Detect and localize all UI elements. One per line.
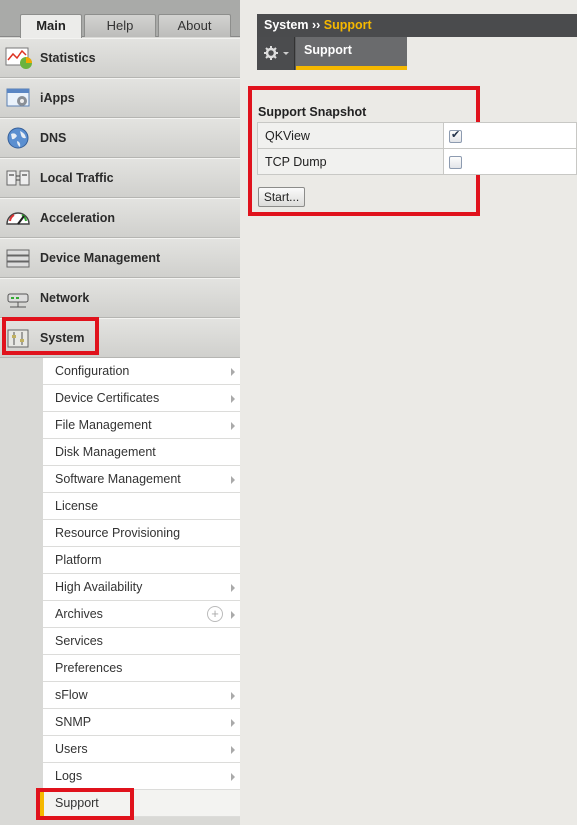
nav-item-statistics[interactable]: Statistics — [0, 38, 240, 78]
submenu-label: License — [55, 499, 99, 513]
nav-item-network[interactable]: Network — [0, 278, 240, 318]
submenu-item-configuration[interactable]: Configuration — [43, 358, 240, 385]
breadcrumb-section[interactable]: System — [264, 18, 308, 32]
submenu-item-resource-provisioning[interactable]: Resource Provisioning — [43, 520, 240, 547]
breadcrumb: System ›› Support — [257, 14, 577, 37]
system-submenu: Configuration Device Certificates File M… — [40, 358, 240, 817]
breadcrumb-current: Support — [323, 18, 372, 32]
local-traffic-icon — [6, 170, 30, 186]
chevron-right-icon — [231, 692, 235, 700]
tcp-dump-checkbox[interactable] — [449, 155, 462, 169]
submenu-label: SNMP — [55, 715, 92, 729]
nav-item-device-management[interactable]: Device Management — [0, 238, 240, 278]
chevron-right-icon — [231, 395, 235, 403]
submenu-label: Logs — [55, 769, 83, 783]
nav-label: Network — [40, 291, 90, 305]
submenu-label: sFlow — [55, 688, 88, 702]
table-row: TCP Dump — [257, 148, 577, 175]
nav-item-acceleration[interactable]: Acceleration — [0, 198, 240, 238]
chevron-right-icon — [231, 719, 235, 727]
statistics-icon — [5, 47, 32, 69]
chevron-right-icon — [231, 746, 235, 754]
submenu-label: Users — [55, 742, 88, 756]
submenu-item-archives[interactable]: Archives + — [43, 601, 240, 628]
submenu-item-preferences[interactable]: Preferences — [43, 655, 240, 682]
submenu-label: Configuration — [55, 364, 130, 378]
submenu-label: Archives — [55, 607, 103, 621]
submenu-label: Resource Provisioning — [55, 526, 181, 540]
submenu-label: Platform — [55, 553, 102, 567]
submenu-item-platform[interactable]: Platform — [43, 547, 240, 574]
nav-label: Acceleration — [40, 211, 116, 225]
nav-item-iapps[interactable]: iApps — [0, 78, 240, 118]
add-icon[interactable]: + — [207, 606, 223, 622]
nav-item-local-traffic[interactable]: Local Traffic — [0, 158, 240, 198]
submenu-item-support[interactable]: Support — [40, 790, 240, 817]
submenu-item-software-management[interactable]: Software Management — [43, 466, 240, 493]
tab-about[interactable]: About — [158, 14, 231, 37]
iapps-icon — [6, 88, 30, 107]
chevron-right-icon — [231, 773, 235, 781]
nav-label: Statistics — [40, 51, 96, 65]
submenu-label: Support — [55, 796, 99, 810]
submenu-item-sflow[interactable]: sFlow — [43, 682, 240, 709]
nav-item-system[interactable]: System — [0, 318, 240, 358]
nav-tabs: Main Help About — [0, 0, 240, 38]
chevron-right-icon — [231, 422, 235, 430]
submenu-item-device-certificates[interactable]: Device Certificates — [43, 385, 240, 412]
start-button[interactable]: Start... — [258, 187, 305, 207]
breadcrumb-separator: ›› — [311, 18, 321, 32]
submenu-label: Services — [55, 634, 103, 648]
nav-label: System — [40, 331, 85, 345]
row-value — [443, 148, 577, 175]
submenu-label: Device Certificates — [55, 391, 160, 405]
chevron-down-icon — [283, 52, 289, 55]
gear-menu[interactable] — [257, 37, 295, 70]
table-row: QKView — [257, 122, 577, 149]
nav-label: DNS — [40, 131, 67, 145]
submenu-item-disk-management[interactable]: Disk Management — [43, 439, 240, 466]
device-management-icon — [6, 249, 30, 268]
globe-icon — [7, 127, 29, 149]
submenu-label: Disk Management — [55, 445, 156, 459]
submenu-item-file-management[interactable]: File Management — [43, 412, 240, 439]
chevron-right-icon — [231, 476, 235, 484]
section-title: Support Snapshot — [258, 105, 367, 119]
submenu-item-users[interactable]: Users — [43, 736, 240, 763]
tab-help[interactable]: Help — [84, 14, 156, 37]
nav-label: Device Management — [40, 251, 161, 265]
nav-label: iApps — [40, 91, 75, 105]
chevron-right-icon — [231, 611, 235, 619]
submenu-label: Preferences — [55, 661, 123, 675]
tab-support[interactable]: Support — [296, 37, 407, 70]
row-label: QKView — [257, 122, 444, 149]
submenu-item-logs[interactable]: Logs — [43, 763, 240, 790]
nav-label: Local Traffic — [40, 171, 114, 185]
system-icon — [7, 329, 29, 348]
network-icon — [7, 293, 29, 308]
submenu-item-services[interactable]: Services — [43, 628, 240, 655]
row-label: TCP Dump — [257, 148, 444, 175]
left-navigation: Main Help About Statistics iApps DNS Loc… — [0, 0, 240, 825]
snapshot-table: QKView TCP Dump — [257, 122, 577, 175]
submenu-label: Software Management — [55, 472, 181, 486]
submenu-item-high-availability[interactable]: High Availability — [43, 574, 240, 601]
tab-main[interactable]: Main — [20, 14, 82, 38]
chevron-right-icon — [231, 368, 235, 376]
submenu-label: File Management — [55, 418, 152, 432]
qkview-checkbox[interactable] — [449, 128, 462, 143]
gear-icon — [264, 46, 289, 60]
row-value — [443, 122, 577, 149]
sub-tab-bar: Support — [257, 37, 407, 70]
submenu-item-snmp[interactable]: SNMP — [43, 709, 240, 736]
chevron-right-icon — [231, 584, 235, 592]
submenu-label: High Availability — [55, 580, 143, 594]
gauge-icon — [6, 212, 30, 225]
nav-item-dns[interactable]: DNS — [0, 118, 240, 158]
submenu-item-license[interactable]: License — [43, 493, 240, 520]
